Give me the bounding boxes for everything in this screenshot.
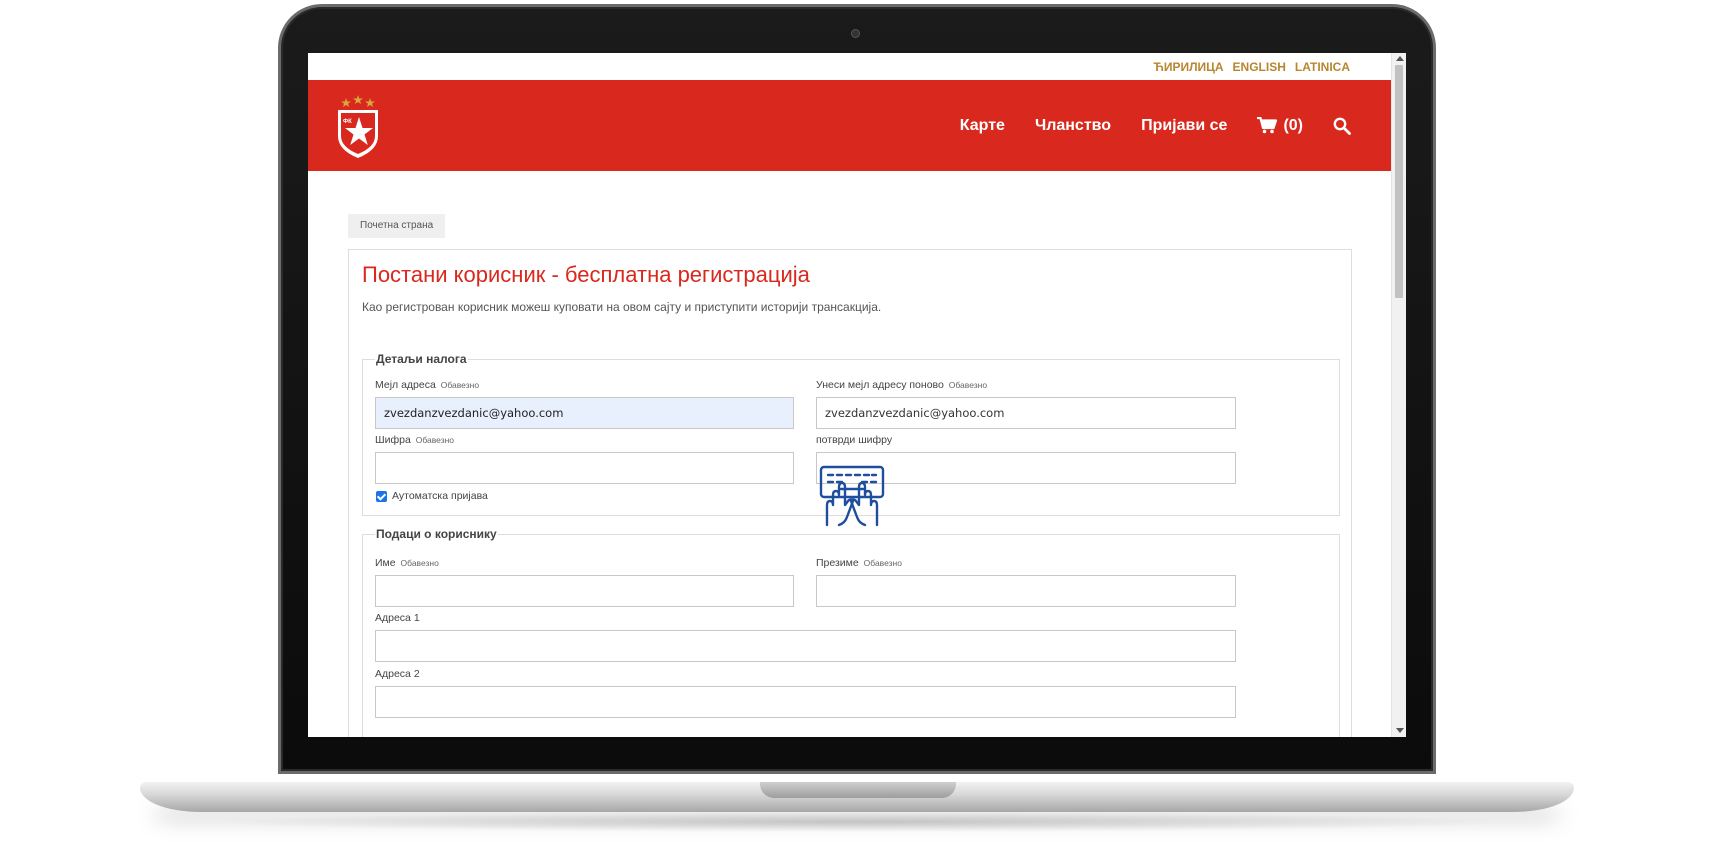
- password-input[interactable]: [375, 452, 794, 484]
- laptop-notch: [760, 782, 956, 798]
- password-required: Обавезно: [415, 435, 455, 445]
- email-confirm-required: Обавезно: [948, 380, 988, 390]
- site-header: ФК Карте Чланство Пријави се (0): [308, 80, 1391, 171]
- laptop-camera: [852, 30, 859, 37]
- page-subtitle: Као регистрован корисник можеш куповати …: [362, 300, 882, 314]
- email-label-text: Мејл адреса: [375, 379, 436, 391]
- email-required: Обавезно: [440, 380, 480, 390]
- nav-login[interactable]: Пријави се: [1141, 117, 1227, 135]
- page-scrollbar[interactable]: [1391, 53, 1406, 737]
- breadcrumb-home[interactable]: Почетна страна: [348, 214, 446, 238]
- nav-search[interactable]: [1333, 117, 1351, 135]
- last-name-label: Презиме Обавезно: [816, 557, 902, 569]
- auto-login-checkbox[interactable]: [376, 490, 387, 502]
- nav-tickets[interactable]: Карте: [960, 117, 1005, 135]
- red-star-crest-icon[interactable]: ФК: [335, 92, 381, 160]
- language-bar: ЋИРИЛИЦА ENGLISH LATINICA: [308, 53, 1391, 80]
- nav-membership[interactable]: Чланство: [1035, 117, 1111, 135]
- screen: ЋИРИЛИЦА ENGLISH LATINICA ФК Карте Чланс…: [308, 53, 1406, 737]
- email-input[interactable]: [375, 397, 794, 429]
- last-name-required: Обавезно: [863, 558, 902, 568]
- auto-login-label[interactable]: Аутоматска пријава: [392, 490, 488, 502]
- auto-login-row: Аутоматска пријава: [376, 490, 488, 502]
- account-details-legend: Детаљи налога: [376, 352, 467, 366]
- laptop-shadow: [200, 812, 1520, 832]
- address1-input[interactable]: [375, 630, 1236, 662]
- user-details-legend: Подаци о кориснику: [376, 527, 497, 541]
- scroll-up-arrow-icon[interactable]: [1396, 56, 1404, 61]
- password-confirm-label: потврди шифру: [816, 434, 893, 446]
- password-label: Шифра Обавезно: [375, 434, 454, 446]
- page-title: Постани корисник - бесплатна регистрациј…: [362, 262, 810, 287]
- nav-cart[interactable]: (0): [1257, 117, 1303, 135]
- address1-label: Адреса 1: [375, 612, 420, 624]
- first-name-input[interactable]: [375, 575, 794, 607]
- email-confirm-label: Унеси мејл адресу поново Обавезно: [816, 379, 987, 391]
- address2-input[interactable]: [375, 686, 1236, 718]
- first-name-label: Име Обавезно: [375, 557, 439, 569]
- lang-english-link[interactable]: ENGLISH: [1233, 60, 1286, 74]
- first-name-required: Обавезно: [400, 558, 439, 568]
- address2-label: Адреса 2: [375, 668, 420, 680]
- main-nav: Карте Чланство Пријави се (0): [960, 80, 1351, 171]
- typing-hands-keyboard-icon: [819, 465, 885, 527]
- email-confirm-label-text: Унеси мејл адресу поново: [816, 379, 944, 391]
- user-details-group: Подаци о кориснику Име Обавезно Презиме …: [362, 527, 1340, 737]
- last-name-label-text: Презиме: [816, 557, 859, 569]
- password-label-text: Шифра: [375, 434, 411, 446]
- cart-icon: [1257, 117, 1278, 134]
- scroll-down-arrow-icon[interactable]: [1396, 728, 1404, 733]
- first-name-label-text: Име: [375, 557, 396, 569]
- email-confirm-input[interactable]: [816, 397, 1236, 429]
- cart-count: (0): [1283, 116, 1303, 134]
- email-label: Мејл адреса Обавезно: [375, 379, 479, 391]
- lang-latinica-link[interactable]: LATINICA: [1295, 60, 1350, 74]
- search-icon: [1333, 117, 1351, 135]
- lang-cyrillic-link[interactable]: ЋИРИЛИЦА: [1153, 60, 1223, 74]
- scroll-thumb[interactable]: [1395, 65, 1403, 298]
- last-name-input[interactable]: [816, 575, 1236, 607]
- svg-text:ФК: ФК: [343, 119, 352, 125]
